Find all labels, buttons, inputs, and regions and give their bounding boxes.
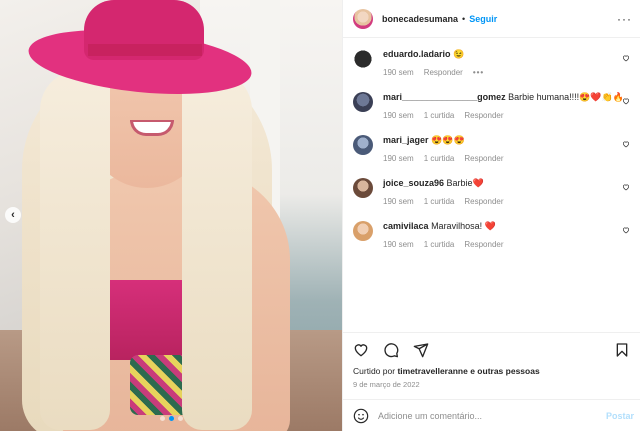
carousel-dot — [178, 416, 183, 421]
comment-like-count[interactable]: 1 curtida — [424, 238, 455, 251]
comment-meta: 190 sem 1 curtida Responder — [383, 109, 632, 122]
reply-button[interactable]: Responder — [464, 152, 503, 165]
comment-item: camivilaca Maravilhosa! ❤️ 190 sem 1 cur… — [353, 220, 632, 251]
likes-summary: Curtido por timetravelleranne e outras p… — [343, 366, 640, 376]
emoji-icon[interactable] — [353, 408, 369, 424]
comment-age[interactable]: 190 sem — [383, 195, 414, 208]
comment-like-count[interactable]: 1 curtida — [424, 152, 455, 165]
comment-input[interactable] — [378, 410, 606, 421]
comment-body: camivilaca Maravilhosa! ❤️ 190 sem 1 cur… — [383, 220, 632, 251]
likes-prefix: Curtido por — [353, 366, 396, 376]
comment-text: Maravilhosa! ❤️ — [431, 221, 496, 231]
like-comment-heart-icon[interactable] — [622, 140, 630, 150]
commenter-avatar[interactable] — [353, 221, 373, 241]
comment-age[interactable]: 190 sem — [383, 238, 414, 251]
comments-list[interactable]: eduardo.ladario 😉 190 sem Responder ••• … — [343, 38, 640, 332]
carousel-indicators — [160, 416, 183, 421]
like-comment-heart-icon[interactable] — [622, 54, 630, 64]
commenter-username[interactable]: mari_______________gomez — [383, 92, 506, 102]
comment-item: mari_______________gomez Barbie humana!!… — [353, 91, 632, 122]
like-comment-heart-icon[interactable] — [622, 183, 630, 193]
comment-body: eduardo.ladario 😉 190 sem Responder ••• — [383, 48, 632, 79]
post-side-panel: bonecadesumana • Seguir ··· eduardo.lada… — [342, 0, 640, 431]
comment-text: Barbie❤️ — [446, 178, 484, 188]
chevron-left-icon: ‹ — [11, 209, 15, 221]
liked-by-username[interactable]: timetravelleranne — [397, 366, 467, 376]
comment-body: mari_jager 😍😍😍 190 sem 1 curtida Respond… — [383, 134, 632, 165]
like-comment-heart-icon[interactable] — [622, 226, 630, 236]
comment-meta: 190 sem 1 curtida Responder — [383, 195, 632, 208]
likes-others-link[interactable]: e outras pessoas — [470, 366, 539, 376]
reply-button[interactable]: Responder — [424, 66, 463, 79]
like-comment-heart-icon[interactable] — [622, 97, 630, 107]
reply-button[interactable]: Responder — [464, 109, 503, 122]
comment-text: 😉 — [453, 49, 465, 59]
comment-age[interactable]: 190 sem — [383, 66, 414, 79]
instagram-post: ‹ bonecadesumana • Seguir ··· eduardo.la… — [0, 0, 640, 431]
comment-body: mari_______________gomez Barbie humana!!… — [383, 91, 632, 122]
commenter-avatar[interactable] — [353, 178, 373, 198]
commenter-avatar[interactable] — [353, 135, 373, 155]
comment-text: 😍😍😍 — [431, 135, 465, 145]
commenter-avatar[interactable] — [353, 49, 373, 69]
comment-bubble-icon[interactable] — [383, 342, 399, 358]
commenter-username[interactable]: joice_souza96 — [383, 178, 444, 188]
post-actions-bar — [343, 332, 640, 366]
comment-text: Barbie humana!!!!😍❤️👏🔥 — [508, 92, 624, 102]
comment-meta: 190 sem 1 curtida Responder — [383, 152, 632, 165]
reply-button[interactable]: Responder — [464, 195, 503, 208]
carousel-dot-active — [169, 416, 174, 421]
post-comment-button[interactable]: Postar — [606, 411, 634, 421]
comment-meta: 190 sem 1 curtida Responder — [383, 238, 632, 251]
photo-hair-strand — [182, 70, 252, 430]
add-comment-bar: Postar — [343, 399, 640, 431]
comment-age[interactable]: 190 sem — [383, 109, 414, 122]
comment-item: joice_souza96 Barbie❤️ 190 sem 1 curtida… — [353, 177, 632, 208]
comment-meta: 190 sem Responder ••• — [383, 66, 632, 79]
comment-options-icon[interactable]: ••• — [473, 66, 484, 79]
share-paper-plane-icon[interactable] — [413, 342, 429, 358]
bookmark-icon[interactable] — [614, 342, 630, 358]
photo-hat-band — [88, 44, 202, 56]
comment-item: eduardo.ladario 😉 190 sem Responder ••• — [353, 48, 632, 79]
commenter-username[interactable]: camivilaca — [383, 221, 429, 231]
follow-button[interactable]: Seguir — [469, 14, 497, 24]
post-photo[interactable]: ‹ — [0, 0, 342, 431]
commenter-avatar[interactable] — [353, 92, 373, 112]
comment-age[interactable]: 190 sem — [383, 152, 414, 165]
photo-hair-strand — [40, 70, 110, 430]
post-header: bonecadesumana • Seguir ··· — [343, 0, 640, 38]
commenter-username[interactable]: eduardo.ladario — [383, 49, 451, 59]
carousel-previous-button[interactable]: ‹ — [5, 207, 21, 223]
comment-like-count[interactable]: 1 curtida — [424, 195, 455, 208]
carousel-dot — [160, 416, 165, 421]
post-date[interactable]: 9 de março de 2022 — [343, 376, 640, 399]
header-separator: • — [462, 13, 466, 24]
author-avatar[interactable] — [353, 8, 373, 29]
more-options-icon[interactable]: ··· — [617, 12, 632, 26]
like-heart-icon[interactable] — [353, 342, 369, 358]
comment-item: mari_jager 😍😍😍 190 sem 1 curtida Respond… — [353, 134, 632, 165]
comment-like-count[interactable]: 1 curtida — [424, 109, 455, 122]
comment-body: joice_souza96 Barbie❤️ 190 sem 1 curtida… — [383, 177, 632, 208]
commenter-username[interactable]: mari_jager — [383, 135, 429, 145]
reply-button[interactable]: Responder — [464, 238, 503, 251]
author-username[interactable]: bonecadesumana — [382, 14, 458, 24]
